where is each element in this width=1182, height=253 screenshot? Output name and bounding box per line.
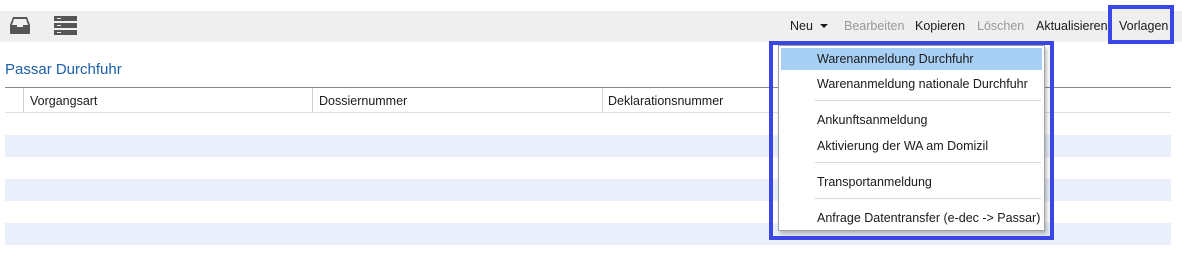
list-icon[interactable] <box>54 16 77 40</box>
column-header-dossiernummer[interactable]: Dossiernummer <box>319 88 407 113</box>
refresh-button[interactable]: Aktualisieren <box>1036 11 1108 42</box>
copy-button[interactable]: Kopieren <box>915 11 965 42</box>
column-separator[interactable] <box>312 88 313 113</box>
delete-button[interactable]: Löschen <box>977 11 1024 42</box>
menu-separator <box>815 162 1041 163</box>
new-button[interactable]: Neu <box>790 11 828 42</box>
menu-item-warenanmeldung-nationale-durchfuhr[interactable]: Warenanmeldung nationale Durchfuhr <box>781 73 1042 95</box>
page-title: Passar Durchfuhr <box>5 61 122 78</box>
app-window: Neu Bearbeiten Kopieren Löschen Aktualis… <box>0 0 1182 253</box>
column-separator[interactable] <box>602 88 603 113</box>
menu-separator <box>815 100 1041 101</box>
menu-item-ankunftsanmeldung[interactable]: Ankunftsanmeldung <box>781 109 1042 131</box>
menu-item-transportanmeldung[interactable]: Transportanmeldung <box>781 171 1042 193</box>
menu-item-anfrage-datentransfer[interactable]: Anfrage Datentransfer (e-dec -> Passar) <box>781 207 1042 229</box>
edit-button[interactable]: Bearbeiten <box>844 11 904 42</box>
column-header-vorgangsart[interactable]: Vorgangsart <box>30 88 97 113</box>
menu-item-warenanmeldung-durchfuhr[interactable]: Warenanmeldung Durchfuhr <box>781 48 1042 70</box>
caret-down-icon <box>819 24 828 28</box>
column-separator[interactable] <box>23 88 24 113</box>
inbox-icon[interactable] <box>9 16 31 40</box>
menu-separator <box>815 198 1041 199</box>
column-header-deklarationsnummer[interactable]: Deklarationsnummer <box>608 88 723 113</box>
new-dropdown-menu: Warenanmeldung Durchfuhr Warenanmeldung … <box>778 45 1045 231</box>
menu-item-aktivierung-wa-domizil[interactable]: Aktivierung der WA am Domizil <box>781 135 1042 157</box>
new-button-label: Neu <box>790 19 813 33</box>
templates-button[interactable]: Vorlagen <box>1119 11 1168 42</box>
